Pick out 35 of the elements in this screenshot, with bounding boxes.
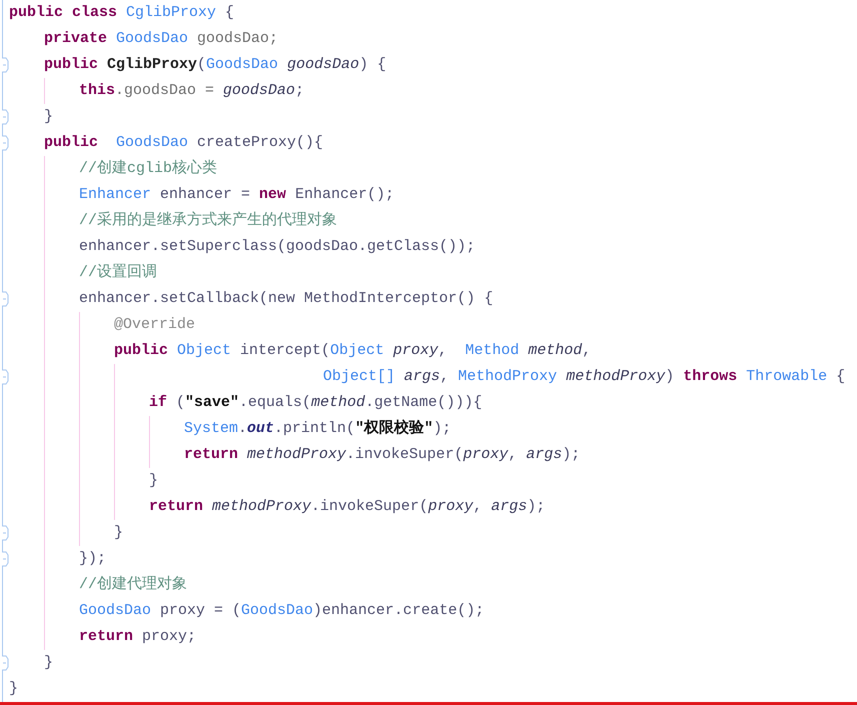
code-line: public Object intercept(Object proxy, Method method, (114, 341, 592, 361)
code-line: //创建代理对象 (79, 574, 188, 595)
code-line: }); (79, 549, 106, 569)
fold-marker-icon[interactable] (0, 369, 9, 385)
code-line: this.goodsDao = goodsDao; (79, 81, 304, 101)
code-line: System.out.println("权限校验"); (184, 418, 452, 439)
code-line: if ("save".equals(method.getName())){ (149, 393, 482, 413)
code-line: private GoodsDao goodsDao; (44, 29, 278, 49)
code-line: public CglibProxy(GoodsDao goodsDao) { (44, 55, 386, 75)
fold-marker-icon[interactable] (0, 525, 9, 541)
code-line: } (44, 653, 54, 673)
fold-marker-icon[interactable] (0, 135, 9, 151)
code-line: Enhancer enhancer = new Enhancer(); (79, 185, 394, 205)
code-line: enhancer.setSuperclass(goodsDao.getClass()); (79, 237, 476, 257)
fold-marker-icon[interactable] (0, 109, 9, 125)
code-line: //设置回调 (79, 262, 158, 283)
code-line: public class CglibProxy { (9, 3, 234, 23)
code-line: //创建cglib核心类 (79, 158, 218, 179)
code-line: return proxy; (79, 627, 196, 647)
fold-marker-icon[interactable] (0, 291, 9, 307)
code-line: enhancer.setCallback(new MethodInterceptor() { (79, 289, 494, 309)
code-line: } (9, 679, 18, 699)
code-line: } (114, 523, 124, 543)
code-line: GoodsDao proxy = (GoodsDao)enhancer.create(); (79, 601, 484, 621)
fold-marker-icon[interactable] (0, 57, 9, 73)
code-line: @Override (114, 315, 196, 335)
fold-marker-icon[interactable] (0, 655, 9, 671)
code-line: } (44, 107, 54, 127)
code-line: //采用的是继承方式来产生的代理对象 (79, 210, 338, 231)
code-line: return methodProxy.invokeSuper(proxy, args); (149, 497, 546, 517)
code-line: Object[] args, MethodProxy methodProxy) throws Throwable { (323, 367, 846, 387)
code-line: return methodProxy.invokeSuper(proxy, args); (184, 445, 580, 465)
code-line: public GoodsDao createProxy(){ (44, 133, 324, 153)
fold-marker-icon[interactable] (0, 551, 9, 567)
code-line: } (149, 471, 158, 491)
